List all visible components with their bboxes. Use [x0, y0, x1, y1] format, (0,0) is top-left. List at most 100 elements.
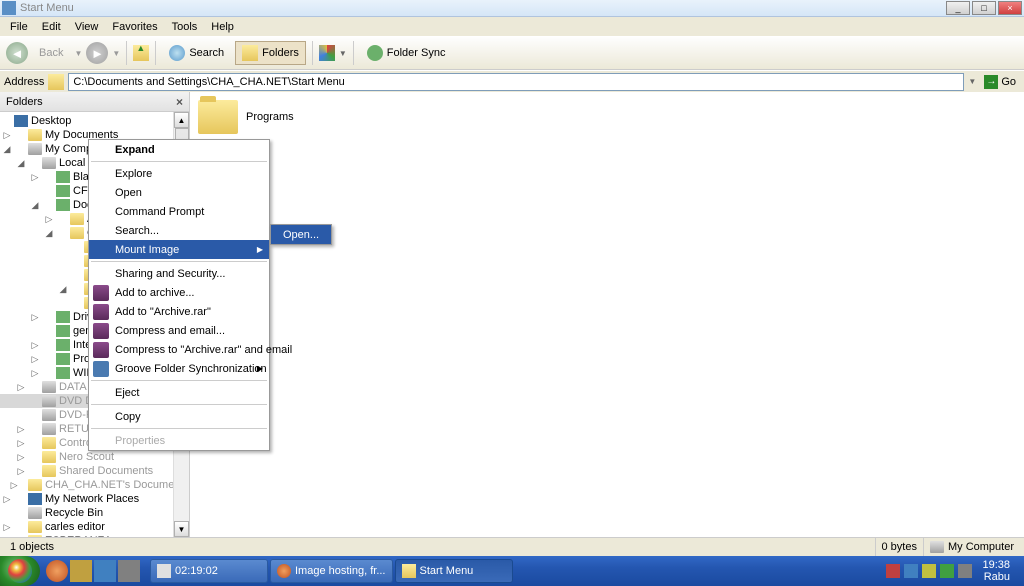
folders-icon — [242, 45, 258, 61]
folder-item-programs[interactable]: Programs — [198, 100, 1016, 134]
address-label: Address — [4, 76, 44, 88]
rar-icon — [93, 323, 109, 339]
folder-icon — [56, 325, 70, 337]
foldersync-button[interactable]: Folder Sync — [360, 41, 453, 65]
submenu-arrow-icon: ▶ — [257, 364, 263, 373]
titlebar: Start Menu _ □ × — [0, 0, 1024, 17]
app-icon[interactable] — [70, 560, 92, 582]
ctx-search[interactable]: Search... — [89, 221, 269, 240]
folders-button[interactable]: Folders — [235, 41, 306, 65]
separator — [91, 404, 267, 405]
system-tray: 19:38Rabu — [878, 559, 1024, 583]
drive-icon — [42, 381, 56, 393]
up-button[interactable]: ▲ — [133, 45, 149, 61]
ctx-add-archive-rar[interactable]: Add to "Archive.rar" — [89, 302, 269, 321]
separator — [91, 380, 267, 381]
drive-icon — [42, 423, 56, 435]
scroll-down-icon[interactable]: ▼ — [174, 521, 189, 537]
statusbar: 1 objects 0 bytes My Computer — [0, 537, 1024, 556]
menu-favorites[interactable]: Favorites — [106, 19, 163, 35]
rar-icon — [93, 285, 109, 301]
task-buttons: 02:19:02 Image hosting, fr... Start Menu — [146, 559, 878, 583]
folder-icon — [198, 100, 238, 134]
maximize-button[interactable]: □ — [972, 1, 996, 15]
ctx-properties: Properties — [89, 431, 269, 450]
tree-recycle[interactable]: Recycle Bin — [45, 507, 103, 519]
folder-icon — [28, 521, 42, 533]
tree-item[interactable]: CHA_CHA.NET's Documents — [45, 479, 189, 491]
ctx-expand[interactable]: Expand — [89, 140, 269, 159]
ctx-add-archive[interactable]: Add to archive... — [89, 283, 269, 302]
tree-item[interactable]: Nero Scout — [59, 451, 114, 463]
tree-item[interactable]: carles editor — [45, 521, 105, 533]
rar-icon — [93, 342, 109, 358]
menubar: File Edit View Favorites Tools Help — [0, 17, 1024, 36]
ctx-open[interactable]: Open — [89, 183, 269, 202]
task-button[interactable]: 02:19:02 — [150, 559, 268, 583]
windows-logo-icon — [8, 559, 32, 583]
minimize-button[interactable]: _ — [946, 1, 970, 15]
forward-dropdown-icon: ▼ — [112, 49, 120, 58]
addressbar: Address ▼ →Go — [0, 70, 1024, 92]
folder-icon — [28, 129, 42, 141]
menu-view[interactable]: View — [69, 19, 105, 35]
menu-edit[interactable]: Edit — [36, 19, 67, 35]
task-button-active[interactable]: Start Menu — [395, 559, 513, 583]
ctx-sub-open[interactable]: Open... — [271, 225, 331, 244]
ctx-groove[interactable]: Groove Folder Synchronization▶ — [89, 359, 269, 378]
folder-icon — [70, 227, 84, 239]
tree-item[interactable]: Shared Documents — [59, 465, 153, 477]
ctx-explore[interactable]: Explore — [89, 164, 269, 183]
ctx-cmd[interactable]: Command Prompt — [89, 202, 269, 221]
ctx-sharing[interactable]: Sharing and Security... — [89, 264, 269, 283]
back-dropdown-icon[interactable]: ▼ — [74, 49, 82, 58]
folder-icon — [56, 311, 70, 323]
ctx-eject[interactable]: Eject — [89, 383, 269, 402]
task-button[interactable]: Image hosting, fr... — [270, 559, 393, 583]
back-label[interactable]: Back — [32, 43, 70, 63]
folder-icon — [28, 535, 42, 537]
ctx-copy[interactable]: Copy — [89, 407, 269, 426]
tree-netplaces[interactable]: My Network Places — [45, 493, 139, 505]
content-pane[interactable]: Programs — [190, 92, 1024, 537]
address-input[interactable] — [68, 73, 964, 91]
back-button[interactable]: ◄ — [6, 42, 28, 64]
computer-icon — [28, 143, 42, 155]
dvd-icon — [42, 395, 56, 407]
menu-tools[interactable]: Tools — [166, 19, 204, 35]
app-icon[interactable] — [94, 560, 116, 582]
context-menu: Expand Explore Open Command Prompt Searc… — [88, 139, 270, 451]
folder-icon — [42, 465, 56, 477]
ctx-compress-email[interactable]: Compress and email... — [89, 321, 269, 340]
menu-file[interactable]: File — [4, 19, 34, 35]
views-button[interactable] — [319, 45, 335, 61]
scroll-up-icon[interactable]: ▲ — [174, 112, 189, 128]
go-button[interactable]: →Go — [980, 74, 1020, 90]
separator — [155, 41, 156, 65]
tree-desktop[interactable]: Desktop — [31, 115, 71, 127]
folder-icon — [56, 339, 70, 351]
separator — [126, 41, 127, 65]
drive-icon — [42, 157, 56, 169]
tree-item[interactable]: ESPERANZA — [45, 535, 112, 537]
search-button[interactable]: Search — [162, 41, 231, 65]
status-location: My Computer — [924, 538, 1020, 556]
ctx-compress-rar-email[interactable]: Compress to "Archive.rar" and email — [89, 340, 269, 359]
views-dropdown-icon[interactable]: ▼ — [339, 49, 347, 58]
toolbar: ◄ Back ▼ ► ▼ ▲ Search Folders ▼ Folder S… — [0, 36, 1024, 70]
close-button[interactable]: × — [998, 1, 1022, 15]
close-pane-icon[interactable]: × — [176, 95, 183, 109]
menu-help[interactable]: Help — [205, 19, 240, 35]
separator — [91, 261, 267, 262]
window-title: Start Menu — [20, 2, 946, 14]
ctx-mount-image[interactable]: Mount Image▶ — [89, 240, 269, 259]
address-dropdown-icon[interactable]: ▼ — [968, 77, 976, 86]
separator — [312, 41, 313, 65]
clock[interactable]: 19:38Rabu — [976, 559, 1016, 583]
dvd-icon — [42, 409, 56, 421]
app-icon[interactable] — [118, 560, 140, 582]
start-button[interactable] — [0, 556, 40, 586]
context-submenu: Open... — [270, 224, 332, 245]
firefox-icon[interactable] — [46, 560, 68, 582]
separator — [353, 41, 354, 65]
